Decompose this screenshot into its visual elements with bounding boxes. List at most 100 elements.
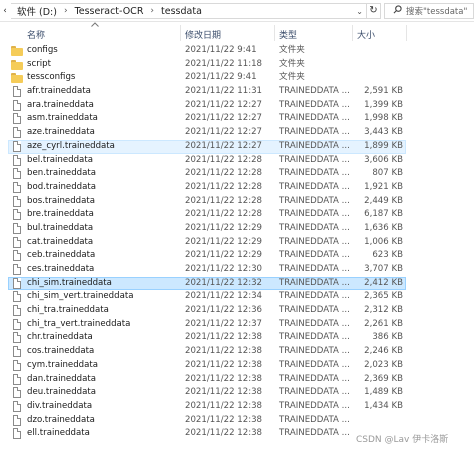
breadcrumb[interactable]: 软件 (D:) › Tesseract-OCR › tessdata ⌄ [11, 3, 367, 19]
file-size: 2,591 KB [364, 86, 403, 97]
folder-icon [11, 59, 23, 70]
file-name: ara.traineddata [27, 99, 94, 110]
file-size: 1,899 KB [364, 140, 403, 151]
file-row[interactable]: afr.traineddata 2021/11/22 11:31 TRAINEDDA… [0, 85, 474, 99]
file-row[interactable]: bre.traineddata 2021/11/22 12:28 TRAINEDDA… [0, 208, 474, 222]
file-row[interactable]: chi_tra_vert.traineddata 2021/11/22 12:37… [0, 318, 474, 332]
file-name: div.traineddata [27, 400, 93, 411]
file-size: 1,399 KB [364, 99, 403, 110]
file-type: TRAINEDDATA ... [279, 332, 350, 343]
file-icon [13, 168, 21, 180]
file-type: TRAINEDDATA ... [279, 99, 350, 110]
chevron-right-icon[interactable]: › [64, 6, 68, 16]
file-date: 2021/11/22 11:18 [185, 58, 263, 69]
file-row[interactable]: dan.traineddata 2021/11/22 12:38 TRAINEDDA… [0, 373, 474, 387]
file-row[interactable]: asm.traineddata 2021/11/22 12:27 TRAINEDDA… [0, 112, 474, 126]
file-row[interactable]: configs 2021/11/22 9:41 文件夹 [0, 44, 474, 58]
file-row[interactable]: tessconfigs 2021/11/22 9:41 文件夹 [0, 71, 474, 85]
file-row[interactable]: chi_tra.traineddata 2021/11/22 12:36 TRAIN… [0, 304, 474, 318]
file-name: cym.traineddata [27, 359, 99, 370]
file-row[interactable]: bul.traineddata 2021/11/22 12:29 TRAINEDDA… [0, 222, 474, 236]
chevron-down-icon[interactable]: ⌄ [356, 7, 363, 16]
file-type: TRAINEDDATA ... [279, 86, 350, 97]
file-row[interactable]: ces.traineddata 2021/11/22 12:30 TRAINEDDA… [0, 263, 474, 277]
file-date: 2021/11/22 12:38 [185, 373, 263, 384]
column-divider[interactable] [274, 25, 275, 41]
file-row[interactable]: ara.traineddata 2021/11/22 12:27 TRAINEDDA… [0, 99, 474, 113]
file-row[interactable]: cym.traineddata 2021/11/22 12:38 TRAINEDDA… [0, 359, 474, 373]
folder-icon [11, 73, 23, 84]
file-size: 2,023 KB [364, 359, 403, 370]
file-date: 2021/11/22 12:27 [185, 127, 263, 138]
file-type: 文件夹 [279, 45, 305, 55]
search-input[interactable]: 搜索"tessdata" [384, 3, 474, 19]
file-size: 2,412 KB [364, 277, 403, 288]
chevron-right-icon[interactable]: › [150, 6, 154, 16]
file-name: deu.traineddata [27, 387, 97, 398]
file-date: 2021/11/22 11:31 [185, 86, 263, 97]
file-row[interactable]: dzo.traineddata 2021/11/22 12:38 TRAINEDDA… [0, 414, 474, 428]
file-icon [13, 250, 21, 262]
file-icon [13, 291, 21, 303]
file-row[interactable]: cos.traineddata 2021/11/22 12:38 TRAINEDDA… [0, 345, 474, 359]
column-header-name[interactable]: 名称 [27, 28, 45, 41]
file-row[interactable]: div.traineddata 2021/11/22 12:38 TRAINEDDA… [0, 400, 474, 414]
file-row[interactable]: deu.traineddata 2021/11/22 12:38 TRAINEDDA… [0, 386, 474, 400]
file-size: 2,312 KB [364, 305, 403, 316]
column-divider[interactable] [406, 25, 407, 41]
file-size: 1,998 KB [364, 113, 403, 124]
file-row[interactable]: ceb.traineddata 2021/11/22 12:29 TRAINEDDA… [0, 249, 474, 263]
file-name: ell.traineddata [27, 428, 90, 439]
file-name: bre.traineddata [27, 209, 94, 220]
file-name: ben.traineddata [27, 168, 97, 179]
file-name: bel.traineddata [27, 154, 93, 165]
file-type: TRAINEDDATA ... [279, 168, 350, 179]
file-date: 2021/11/22 9:41 [185, 45, 257, 55]
file-name: chi_sim.traineddata [27, 277, 112, 288]
file-name: aze_cyrl.traineddata [27, 140, 115, 151]
file-date: 2021/11/22 12:29 [185, 222, 263, 233]
refresh-icon[interactable]: ↻ [367, 3, 381, 19]
file-type: 文件夹 [279, 58, 305, 69]
breadcrumb-tesseract[interactable]: Tesseract-OCR [75, 6, 144, 17]
file-row[interactable]: script 2021/11/22 11:18 文件夹 [0, 58, 474, 72]
breadcrumb-tessdata[interactable]: tessdata [161, 6, 202, 17]
column-header-size[interactable]: 大小 [357, 28, 375, 41]
file-type: TRAINEDDATA ... [279, 127, 350, 138]
file-row[interactable]: chi_sim.traineddata 2021/11/22 12:32 TRAIN… [0, 276, 474, 291]
file-name: cos.traineddata [27, 346, 95, 357]
file-size: 807 KB [372, 168, 403, 179]
file-type: TRAINEDDATA ... [279, 359, 350, 370]
column-header-type[interactable]: 类型 [279, 28, 297, 41]
file-type: TRAINEDDATA ... [279, 264, 350, 274]
file-row[interactable]: aze_cyrl.traineddata 2021/11/22 12:27 TRAI… [0, 139, 474, 154]
file-row[interactable]: aze.traineddata 2021/11/22 12:27 TRAINEDDA… [0, 126, 474, 140]
column-divider[interactable] [180, 25, 181, 41]
file-row[interactable]: chr.traineddata 2021/11/22 12:38 TRAINEDDA… [0, 331, 474, 345]
file-row[interactable]: bod.traineddata 2021/11/22 12:28 TRAINEDDA… [0, 181, 474, 195]
file-date: 2021/11/22 9:41 [185, 72, 257, 83]
file-icon [13, 277, 21, 289]
file-name: configs [27, 45, 58, 55]
file-date: 2021/11/22 12:29 [185, 250, 263, 261]
file-row[interactable]: cat.traineddata 2021/11/22 12:29 TRAINEDDA… [0, 236, 474, 250]
file-row[interactable]: bel.traineddata 2021/11/22 12:28 TRAINEDDA… [0, 154, 474, 168]
file-row[interactable]: ben.traineddata 2021/11/22 12:28 TRAINEDDA… [0, 167, 474, 181]
back-arrow-icon[interactable]: ‹ [0, 0, 10, 22]
file-icon [13, 181, 21, 193]
column-header-date[interactable]: 修改日期 [185, 28, 221, 41]
file-name: chi_tra_vert.traineddata [27, 318, 131, 329]
column-header-row [0, 22, 474, 42]
file-date: 2021/11/22 12:36 [185, 305, 263, 316]
file-row[interactable]: chi_sim_vert.traineddata 2021/11/22 12:34… [0, 290, 474, 304]
file-name: chi_sim_vert.traineddata [27, 291, 134, 302]
file-icon [13, 359, 21, 371]
breadcrumb-drive[interactable]: 软件 (D:) [17, 4, 57, 18]
file-icon [13, 140, 21, 152]
column-divider[interactable] [352, 25, 353, 41]
file-name: cat.traineddata [27, 236, 94, 247]
file-icon [13, 113, 21, 125]
file-row[interactable]: bos.traineddata 2021/11/22 12:28 TRAINEDDA… [0, 195, 474, 209]
file-type: TRAINEDDATA ... [279, 195, 350, 206]
file-type: TRAINEDDATA ... [279, 236, 350, 247]
